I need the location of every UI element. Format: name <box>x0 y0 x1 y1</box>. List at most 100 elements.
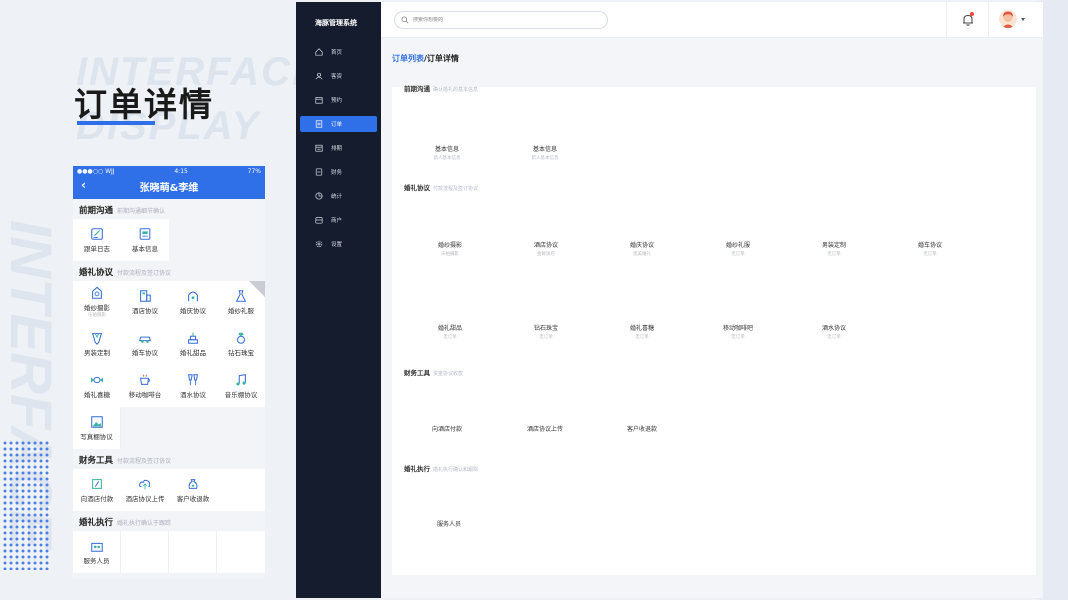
item-sub: 无订单 <box>731 252 745 257</box>
item-sub: 无订单 <box>923 252 937 257</box>
item-label: 基本信息 <box>532 146 557 153</box>
item-label: 客户收退款 <box>626 426 657 433</box>
section-item-hotel[interactable]: 酒店协议 金姬饭店 <box>506 240 586 257</box>
section-title: 婚礼执行 <box>404 465 430 473</box>
item-label: 酒店协议 <box>533 242 558 249</box>
grid-item-jewelry[interactable]: 钻石珠宝 <box>217 323 265 365</box>
grid-item-refund[interactable]: 客户收退款 <box>169 469 217 511</box>
phone-section-header: 婚礼执行 婚礼执行确认于跟踪 <box>73 511 265 531</box>
search-icon <box>401 16 409 24</box>
grid-item-sub: 乐拍摄影 <box>88 313 106 318</box>
doc-icon <box>139 228 151 240</box>
section-item-refund[interactable]: 客户收退款 <box>602 424 682 433</box>
grid-item-label: 跟单日志 <box>84 245 110 253</box>
phone-header: ●●●○○ WJJ 4:15 77% ‹ 张晓萌&李维 <box>73 166 265 199</box>
candy-icon <box>90 376 104 384</box>
search-input[interactable] <box>413 17 593 23</box>
section-item-candy[interactable]: 婚礼喜糖 无订单 <box>602 323 682 340</box>
avatar[interactable] <box>999 10 1017 28</box>
section-item-ceremony[interactable]: 婚庆协议 悠美婚礼 <box>602 240 682 257</box>
sidebar-item-home[interactable]: 首页 <box>300 44 377 60</box>
slide-title: 订单详情 <box>74 85 214 124</box>
section-item-coffee[interactable]: 移动咖啡吧 无订单 <box>698 323 778 340</box>
grid-item-drinks[interactable]: 酒水协议 <box>169 365 217 407</box>
sidebar-item-finance[interactable]: 财务 <box>300 164 377 180</box>
shop-icon <box>315 217 323 224</box>
order-icon <box>315 120 323 128</box>
dot-pattern <box>2 440 50 570</box>
grid-item-wedding-ceremony[interactable]: 婚庆协议 <box>169 281 217 323</box>
chevron-down-icon[interactable] <box>1021 18 1025 21</box>
item-sub: 乐拍摄影 <box>441 252 459 257</box>
notification-button[interactable] <box>961 12 975 26</box>
section-item-wedding-photo[interactable]: 婚纱摄影 乐拍摄影 <box>410 240 490 257</box>
grid-item-label: 婚礼甜品 <box>180 349 206 357</box>
sidebar-item-orders[interactable]: 订单 <box>300 116 377 132</box>
grid-item-candy[interactable]: 婚礼喜糖 <box>73 365 121 407</box>
user-icon <box>315 72 323 80</box>
section-item-staff[interactable]: 服务人员 <box>409 519 489 528</box>
grid-item-suit[interactable]: 男装定制 <box>73 323 121 365</box>
empty-cell <box>217 531 265 573</box>
sidebar-item-booking[interactable]: 预约 <box>300 92 377 108</box>
grid-item-label: 男装定制 <box>84 349 110 357</box>
grid-item-hotel-payment[interactable]: 向酒店付款 <box>73 469 121 511</box>
section-item-suit[interactable]: 男装定制 无订单 <box>794 240 874 257</box>
empty-cell <box>217 469 265 511</box>
item-sub: 新人基本信息 <box>433 156 461 161</box>
topbar <box>381 2 1043 38</box>
item-label: 钻石珠宝 <box>533 325 558 332</box>
grid-item-car[interactable]: 婚车协议 <box>121 323 169 365</box>
grid-item-label: 婚纱礼服 <box>228 307 254 315</box>
section-item-drinks[interactable]: 酒水协议 无订单 <box>794 323 874 340</box>
grid-item-dessert[interactable]: 婚礼甜品 <box>169 323 217 365</box>
schedule-icon <box>315 144 323 152</box>
section-item-jewelry[interactable]: 钻石珠宝 无订单 <box>506 323 586 340</box>
phone-mockup: ●●●○○ WJJ 4:15 77% ‹ 张晓萌&李维 前期沟通 前期沟通细节确… <box>73 166 265 578</box>
section-header: 婚礼协议 付款流程及签订协议 <box>404 182 478 192</box>
sidebar-item-merchants[interactable]: 商户 <box>300 212 377 228</box>
section-item-dessert[interactable]: 婚礼甜品 无订单 <box>410 323 490 340</box>
section-item-dress[interactable]: 婚纱礼服 无订单 <box>698 240 778 257</box>
sidebar-item-label: 设置 <box>331 242 343 248</box>
sidebar-item-schedule[interactable]: 排期 <box>300 140 377 156</box>
section-item-basic-info[interactable]: 基本信息 新人基本信息 <box>505 144 585 161</box>
grid-item-photo-studio[interactable]: 写真棚协议 <box>73 407 121 449</box>
grid-item-basic-info[interactable]: 基本信息 <box>121 219 169 261</box>
grid-item-hotel-upload[interactable]: 酒店协议上传 <box>121 469 169 511</box>
sidebar-item-clients[interactable]: 客资 <box>300 68 377 84</box>
chevron-left-icon[interactable]: ‹ <box>81 178 86 192</box>
section-item-hotel-upload[interactable]: 酒店协议上传 <box>505 424 585 433</box>
empty-cell <box>217 219 265 261</box>
sidebar-item-statistics[interactable]: 统计 <box>300 188 377 204</box>
time-label: 4:15 <box>174 168 188 175</box>
grid-item-wedding-photo[interactable]: 婚纱摄影 乐拍摄影 <box>73 281 121 323</box>
grid-item-label: 音乐棚协议 <box>224 391 258 399</box>
grid-item-staff[interactable]: 服务人员 <box>73 531 121 573</box>
section-item-car[interactable]: 婚车协议 无订单 <box>890 240 970 257</box>
grid-item-hotel[interactable]: 酒店协议 <box>121 281 169 323</box>
section-item-basic-info[interactable]: 基本信息 新人基本信息 <box>407 144 487 161</box>
item-label: 服务人员 <box>436 521 461 528</box>
pay-icon <box>92 479 102 489</box>
grid-item-follow-log[interactable]: 跟单日志 <box>73 219 121 261</box>
item-sub: 悠美婚礼 <box>633 252 651 257</box>
grid-item-music-studio[interactable]: 音乐棚协议 <box>217 365 265 407</box>
app-logo: 海豚管理系统 <box>315 19 357 27</box>
phone-grid: 跟单日志 基本信息 <box>73 219 265 261</box>
desktop-app-window: 海豚管理系统 首页 客资 预约 订单 排期 财务 统计 商户 设置 搜索你想要的… <box>296 2 1043 598</box>
breadcrumb-link-orders[interactable]: 订单列表 <box>392 54 424 63</box>
breadcrumb-current: 订单详情 <box>426 54 459 63</box>
item-label: 婚纱摄影 <box>437 242 462 249</box>
grid-item-wedding-dress[interactable]: 婚纱礼服 <box>217 281 265 323</box>
camera-icon <box>92 286 102 299</box>
item-sub: 无订单 <box>827 335 841 340</box>
section-item-hotel-payment[interactable]: 向酒店付款 <box>407 424 487 433</box>
item-label: 婚礼甜品 <box>437 325 462 332</box>
sidebar-item-label: 订单 <box>331 122 343 128</box>
sidebar-item-settings[interactable]: 设置 <box>300 236 377 252</box>
coffee-icon <box>140 374 151 385</box>
item-label: 婚庆协议 <box>629 242 654 249</box>
item-label: 酒店协议上传 <box>526 426 563 433</box>
grid-item-coffee[interactable]: 移动咖啡台 <box>121 365 169 407</box>
